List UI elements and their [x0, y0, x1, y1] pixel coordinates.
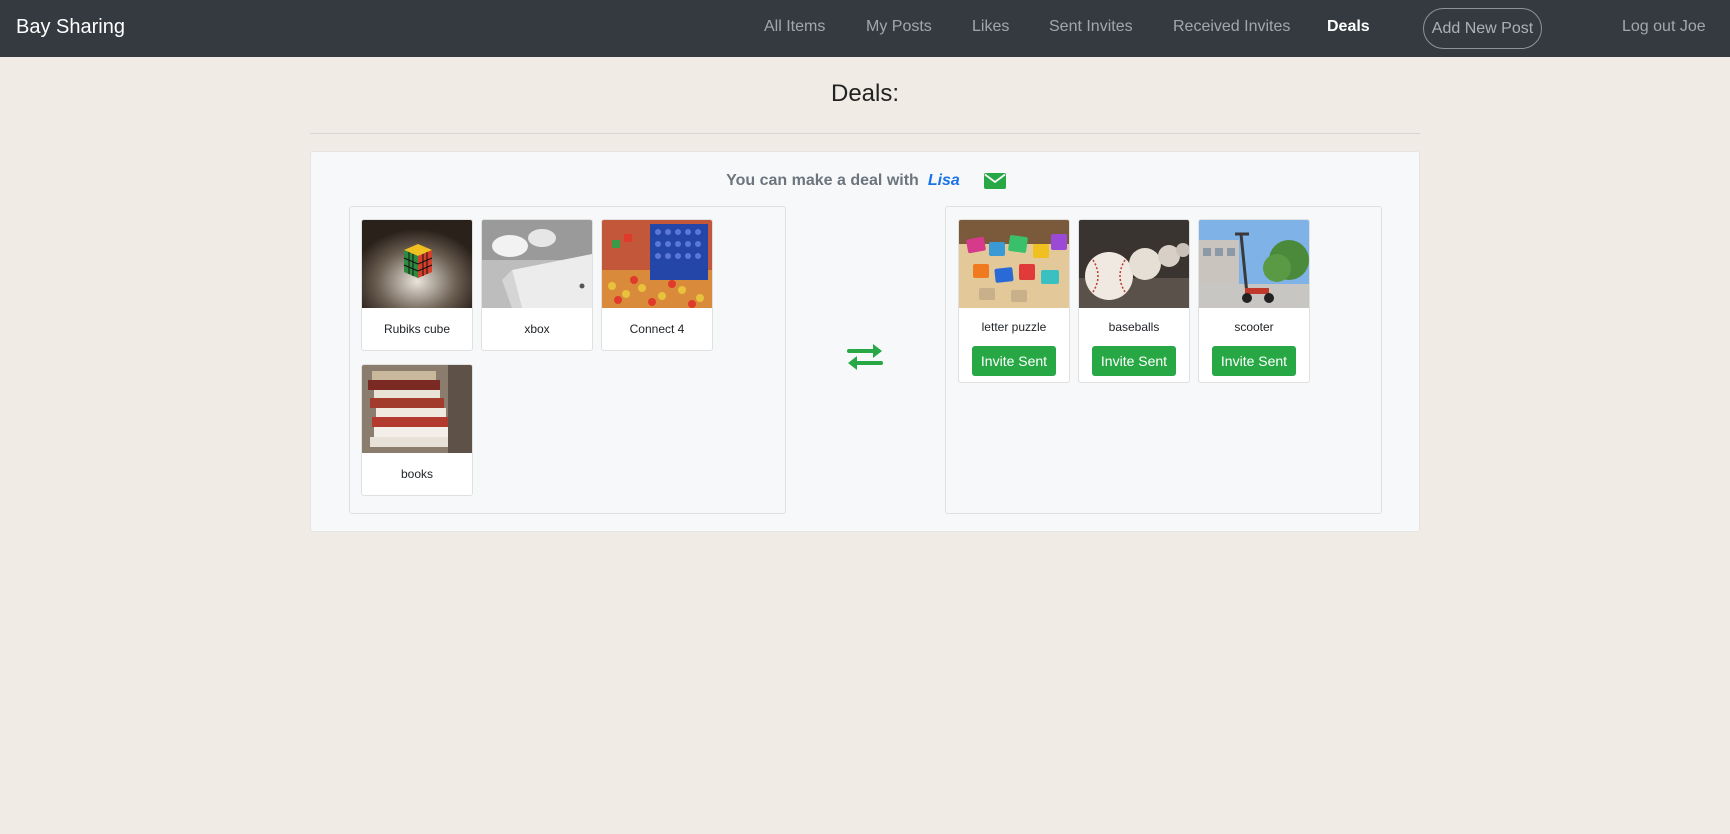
- deal-partner-name[interactable]: Lisa: [928, 172, 960, 190]
- item-name: scooter: [1234, 320, 1274, 334]
- exchange-arrows-icon: [847, 342, 883, 372]
- title-divider: [310, 133, 1420, 134]
- envelope-icon[interactable]: [983, 173, 1006, 189]
- nav-my-posts[interactable]: My Posts: [866, 18, 932, 36]
- invite-sent-button[interactable]: Invite Sent: [1092, 346, 1176, 376]
- invite-sent-button[interactable]: Invite Sent: [1212, 346, 1296, 376]
- item-card-baseballs[interactable]: baseballs Invite Sent: [1078, 219, 1190, 383]
- top-navbar: Bay Sharing All Items My Posts Likes Sen…: [0, 0, 1730, 57]
- deal-header: You can make a deal with Lisa: [311, 169, 1421, 193]
- nav-deals[interactable]: Deals: [1327, 18, 1370, 36]
- add-new-post-button[interactable]: Add New Post: [1423, 8, 1542, 49]
- deal-card: You can make a deal with Lisa Rubiks cub…: [310, 151, 1420, 532]
- item-name: Connect 4: [629, 322, 685, 336]
- item-name: xbox: [524, 322, 550, 336]
- page-title: Deals:: [830, 80, 900, 107]
- logout-link[interactable]: Log out Joe: [1622, 18, 1706, 36]
- invite-sent-button[interactable]: Invite Sent: [972, 346, 1056, 376]
- item-card-scooter[interactable]: scooter Invite Sent: [1198, 219, 1310, 383]
- deal-prefix-text: You can make a deal with: [726, 172, 919, 189]
- item-name: Rubiks cube: [383, 322, 451, 336]
- item-card-rubiks-cube[interactable]: Rubiks cube: [361, 219, 473, 351]
- my-items-panel: Rubiks cube xbox Connect 4 books: [349, 206, 786, 514]
- baseballs-image: [1079, 220, 1189, 308]
- rubiks-cube-image: [362, 220, 472, 308]
- their-items-panel: letter puzzle Invite Sent baseballs Invi…: [945, 206, 1382, 514]
- books-image: [362, 365, 472, 453]
- brand-logo[interactable]: Bay Sharing: [16, 16, 125, 39]
- nav-sent-invites[interactable]: Sent Invites: [1049, 18, 1133, 36]
- nav-all-items[interactable]: All Items: [764, 18, 825, 36]
- item-card-xbox[interactable]: xbox: [481, 219, 593, 351]
- connect-4-image: [602, 220, 712, 308]
- item-card-letter-puzzle[interactable]: letter puzzle Invite Sent: [958, 219, 1070, 383]
- item-name: books: [400, 467, 434, 481]
- item-card-connect-4[interactable]: Connect 4: [601, 219, 713, 351]
- xbox-image: [482, 220, 592, 308]
- nav-received-invites[interactable]: Received Invites: [1173, 18, 1290, 36]
- item-card-books[interactable]: books: [361, 364, 473, 496]
- nav-likes[interactable]: Likes: [972, 18, 1009, 36]
- scooter-image: [1199, 220, 1309, 308]
- item-name: baseballs: [1108, 320, 1160, 334]
- letter-puzzle-image: [959, 220, 1069, 308]
- item-name: letter puzzle: [981, 320, 1047, 334]
